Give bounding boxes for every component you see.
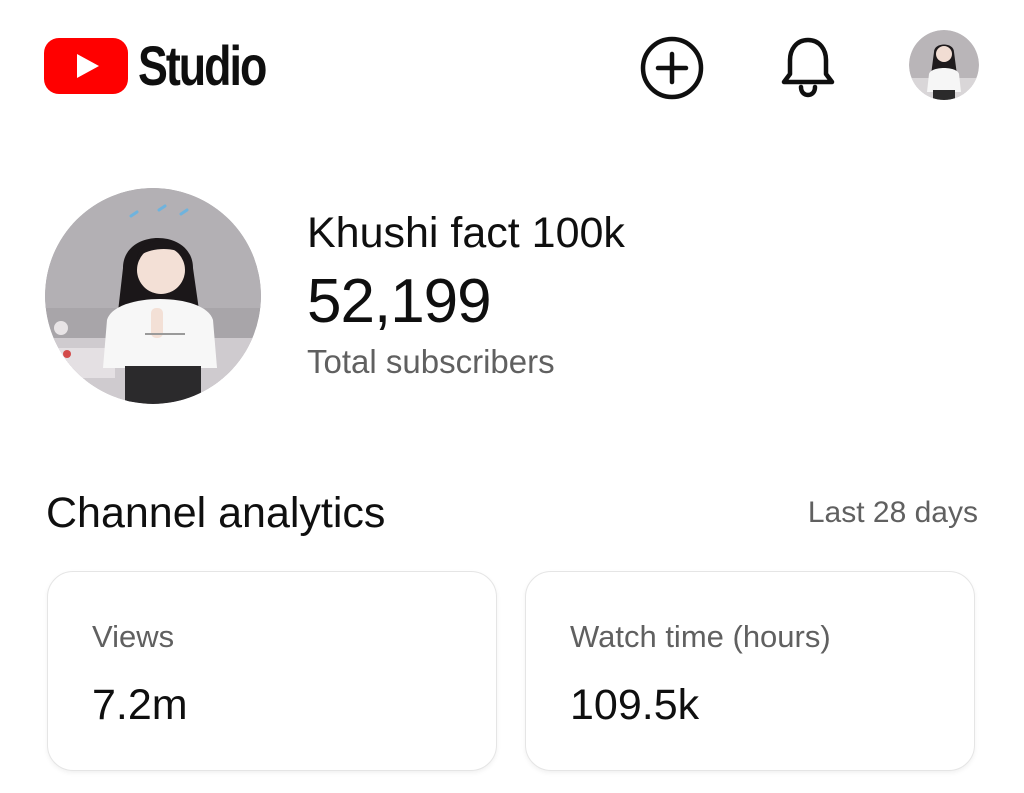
analytics-period: Last 28 days — [807, 496, 978, 529]
plus-circle-icon — [640, 36, 704, 100]
channel-avatar-image — [45, 188, 261, 404]
channel-name[interactable]: Khushi fact 100k — [307, 206, 625, 260]
views-label: Views — [92, 619, 175, 654]
youtube-play-icon — [44, 38, 128, 94]
watch-time-value: 109.5k — [570, 681, 700, 729]
subscriber-count: 52,199 — [307, 267, 492, 336]
analytics-title: Channel analytics — [46, 489, 386, 537]
views-card[interactable]: Views 7.2m — [47, 571, 497, 771]
watch-time-label: Watch time (hours) — [570, 619, 831, 654]
channel-avatar[interactable] — [45, 188, 261, 404]
channel-info: Khushi fact 100k 52,199 Total subscriber… — [307, 206, 625, 382]
account-avatar — [909, 30, 979, 100]
bell-icon — [781, 37, 835, 98]
subscriber-label: Total subscribers — [307, 343, 555, 380]
watch-time-card[interactable]: Watch time (hours) 109.5k — [525, 571, 975, 771]
logo-text: Studio — [138, 34, 267, 97]
youtube-studio-logo[interactable]: Studio — [44, 38, 297, 94]
account-avatar-button[interactable] — [909, 30, 979, 100]
views-value: 7.2m — [92, 681, 188, 729]
create-button[interactable] — [638, 34, 706, 102]
notifications-button[interactable] — [774, 32, 842, 100]
top-app-bar: Studio — [0, 0, 1024, 130]
